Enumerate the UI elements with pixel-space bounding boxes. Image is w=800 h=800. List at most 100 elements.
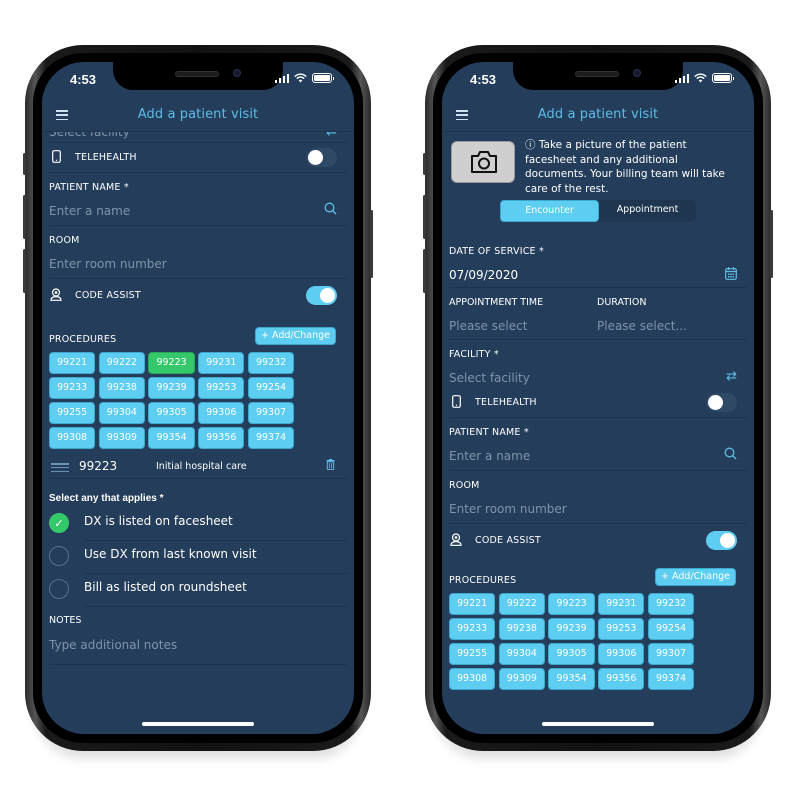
procedure-chip-99255[interactable]: 99255: [49, 402, 96, 424]
option-dx-last-visit[interactable]: Use DX from last known visit: [49, 541, 347, 574]
procedure-chip-99254[interactable]: 99254: [247, 377, 295, 399]
patient-name-field[interactable]: PATIENT NAME * Enter a name: [49, 173, 347, 226]
procedure-chip-99307[interactable]: 99307: [647, 643, 695, 665]
room-input[interactable]: Enter room number: [449, 502, 567, 516]
procedure-chip-99255[interactable]: 99255: [449, 643, 496, 665]
option-dx-facesheet[interactable]: ✓ DX is listed on facesheet: [49, 508, 347, 541]
volume-up-button: [23, 195, 26, 239]
procedure-chip-99309[interactable]: 99309: [98, 427, 145, 449]
mute-switch: [423, 153, 426, 175]
speaker: [575, 71, 619, 77]
facility-select[interactable]: Select facility: [449, 371, 530, 385]
room-input[interactable]: Enter room number: [49, 257, 167, 271]
add-change-button[interactable]: + Add/Change: [255, 327, 336, 345]
trash-icon[interactable]: [326, 459, 335, 473]
procedure-chip-99356[interactable]: 99356: [198, 427, 245, 449]
facility-field[interactable]: FACILITY * Select facility ⇄: [449, 340, 747, 388]
notch: [113, 62, 283, 90]
procedure-chip-99254[interactable]: 99254: [647, 618, 695, 640]
procedure-chip-99356[interactable]: 99356: [598, 668, 645, 690]
procedure-chip-99223[interactable]: 99223: [148, 352, 195, 374]
procedure-chip-99304[interactable]: 99304: [498, 643, 545, 665]
procedure-chip-99253[interactable]: 99253: [598, 618, 645, 640]
swap-icon[interactable]: ⇄: [326, 132, 337, 139]
camera-icon: [471, 151, 497, 173]
tab-appointment[interactable]: Appointment: [599, 200, 696, 222]
home-indicator[interactable]: [542, 722, 654, 726]
procedure-chip-99374[interactable]: 99374: [647, 668, 695, 690]
procedure-chip-99374[interactable]: 99374: [247, 427, 295, 449]
take-photo-button[interactable]: [451, 141, 515, 183]
procedure-chip-99222[interactable]: 99222: [98, 352, 145, 374]
procedure-chip-99223[interactable]: 99223: [548, 593, 595, 615]
procedure-chip-99239[interactable]: 99239: [148, 377, 195, 399]
room-field[interactable]: ROOM Enter room number: [449, 471, 747, 524]
notes-field[interactable]: NOTES Type additional notes: [49, 607, 347, 665]
procedure-chip-99304[interactable]: 99304: [98, 402, 145, 424]
procedure-chip-99232[interactable]: 99232: [647, 593, 695, 615]
procedure-chip-99232[interactable]: 99232: [247, 352, 295, 374]
procedure-chip-99309[interactable]: 99309: [498, 668, 545, 690]
option-bill-roundsheet[interactable]: Bill as listed on roundsheet: [49, 574, 347, 607]
volume-down-button: [423, 249, 426, 293]
procedure-chip-99306[interactable]: 99306: [598, 643, 645, 665]
procedure-chip-99253[interactable]: 99253: [198, 377, 245, 399]
tab-encounter[interactable]: Encounter: [500, 200, 599, 222]
patient-name-input[interactable]: Enter a name: [49, 204, 130, 218]
procedure-code: 99223: [79, 459, 118, 473]
check-circle-icon[interactable]: ✓: [49, 513, 69, 533]
procedure-chip-99238[interactable]: 99238: [98, 377, 145, 399]
date-of-service-field[interactable]: DATE OF SERVICE * 07/09/2020: [449, 233, 747, 288]
battery-icon: [712, 73, 734, 83]
code-assist-toggle[interactable]: [306, 286, 337, 305]
facility-field[interactable]: Select facility ⇄: [49, 132, 347, 143]
room-label: ROOM: [449, 480, 480, 491]
procedure-chip-99238[interactable]: 99238: [498, 618, 545, 640]
procedure-chip-99222[interactable]: 99222: [498, 593, 545, 615]
search-icon[interactable]: [324, 202, 337, 219]
room-field[interactable]: ROOM Enter room number: [49, 226, 347, 279]
procedure-chip-99354[interactable]: 99354: [548, 668, 595, 690]
date-of-service-value[interactable]: 07/09/2020: [449, 268, 518, 282]
procedure-chip-99308[interactable]: 99308: [49, 427, 96, 449]
procedure-chip-99239[interactable]: 99239: [548, 618, 595, 640]
patient-name-field[interactable]: PATIENT NAME * Enter a name: [449, 418, 747, 471]
search-icon[interactable]: [724, 447, 737, 464]
procedure-chip-99306[interactable]: 99306: [198, 402, 245, 424]
procedure-chip-99231[interactable]: 99231: [598, 593, 645, 615]
page-title: Add a patient visit: [537, 107, 659, 122]
add-change-button[interactable]: + Add/Change: [655, 568, 736, 586]
procedure-chip-99233[interactable]: 99233: [49, 377, 96, 399]
applies-label: Select any that applies *: [49, 493, 164, 504]
duration-label: DURATION: [597, 297, 647, 308]
procedure-chip-99221[interactable]: 99221: [449, 593, 496, 615]
home-indicator[interactable]: [142, 722, 254, 726]
appointment-time-label: APPOINTMENT TIME: [449, 297, 544, 308]
radio-circle-icon[interactable]: [49, 546, 69, 566]
time-duration-row: APPOINTMENT TIME Please select DURATION …: [449, 288, 747, 340]
patient-name-input[interactable]: Enter a name: [449, 449, 530, 463]
procedure-chip-99233[interactable]: 99233: [449, 618, 496, 640]
telehealth-label: TELEHEALTH: [475, 397, 537, 408]
drag-handle-icon[interactable]: [51, 463, 69, 472]
duration-select[interactable]: Please select...: [597, 319, 687, 333]
notes-input[interactable]: Type additional notes: [49, 638, 177, 652]
procedure-chip-99221[interactable]: 99221: [49, 352, 96, 374]
procedure-chip-99308[interactable]: 99308: [449, 668, 496, 690]
radio-circle-icon[interactable]: [49, 579, 69, 599]
procedure-chip-99305[interactable]: 99305: [148, 402, 195, 424]
procedure-chip-99354[interactable]: 99354: [148, 427, 195, 449]
swap-icon[interactable]: ⇄: [726, 369, 737, 384]
status-icons: [274, 73, 334, 83]
telehealth-toggle[interactable]: [706, 393, 737, 412]
telehealth-toggle[interactable]: [306, 148, 337, 167]
procedure-chip-99307[interactable]: 99307: [247, 402, 295, 424]
procedure-chip-99231[interactable]: 99231: [198, 352, 245, 374]
procedure-chip-99305[interactable]: 99305: [548, 643, 595, 665]
appointment-time-select[interactable]: Please select: [449, 319, 527, 333]
telehealth-label: TELEHEALTH: [75, 152, 137, 163]
room-label: ROOM: [49, 235, 80, 246]
signal-icon: [274, 73, 289, 83]
calendar-icon[interactable]: [725, 267, 737, 284]
code-assist-toggle[interactable]: [706, 531, 737, 550]
